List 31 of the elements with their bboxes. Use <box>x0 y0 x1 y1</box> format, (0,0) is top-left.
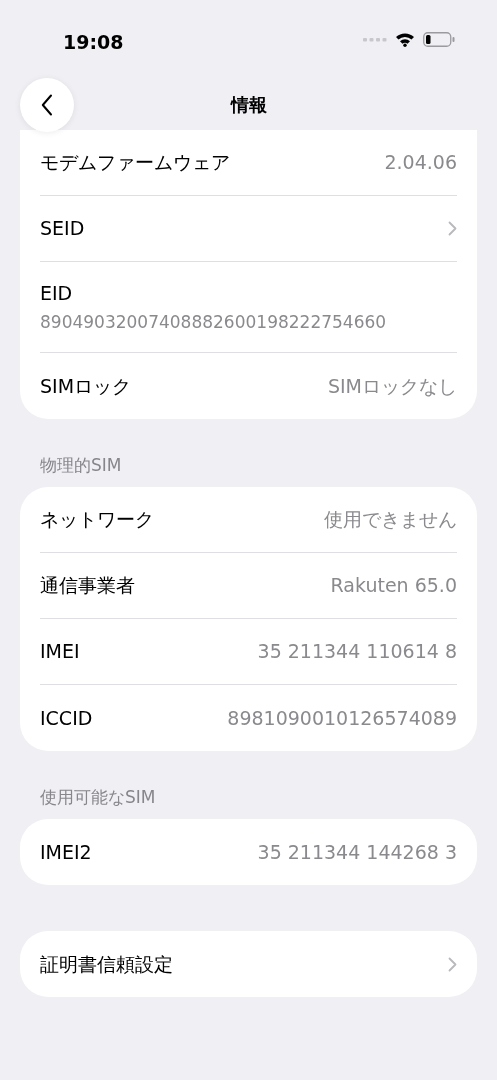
row-label: ネットワーク <box>40 507 154 533</box>
row-label: モデムファームウェア <box>40 150 230 176</box>
settings-row[interactable]: SEID <box>40 196 457 262</box>
section-header: 物理的SIM <box>40 454 122 478</box>
page-title: 情報 <box>230 92 267 117</box>
signal-icon <box>363 37 387 42</box>
status-time: 19:08 <box>63 30 124 55</box>
row-label: EID <box>40 281 74 306</box>
row-value: 2.04.06 <box>384 150 457 176</box>
row-label: IMEI2 <box>40 839 92 865</box>
row-label: SEID <box>40 216 85 242</box>
row-value: 35 211344 110614 8 <box>257 639 457 665</box>
settings-row[interactable]: 証明書信頼設定 <box>40 931 457 997</box>
row-value: 使用できません <box>324 507 457 533</box>
row-label: IMEI <box>40 639 80 665</box>
section-header: 使用可能なSIM <box>40 786 156 810</box>
chevron-icon <box>448 956 457 972</box>
row-value: Rakuten 65.0 <box>330 573 457 599</box>
row-value: 89049032007408882600198222754660 <box>40 310 388 334</box>
wifi-icon <box>395 32 415 47</box>
row-label: SIMロック <box>40 373 132 399</box>
back-icon <box>41 94 53 116</box>
row-value: SIMロックなし <box>327 373 457 399</box>
row-label: ICCID <box>40 705 93 731</box>
battery-icon <box>423 32 455 47</box>
row-label: 証明書信頼設定 <box>40 951 173 977</box>
row-value: 8981090010126574089 <box>227 705 457 731</box>
row-label: 通信事業者 <box>40 573 135 599</box>
chevron-icon <box>448 221 457 236</box>
row-value: 35 211344 144268 3 <box>257 839 457 865</box>
back-button[interactable] <box>20 78 74 132</box>
